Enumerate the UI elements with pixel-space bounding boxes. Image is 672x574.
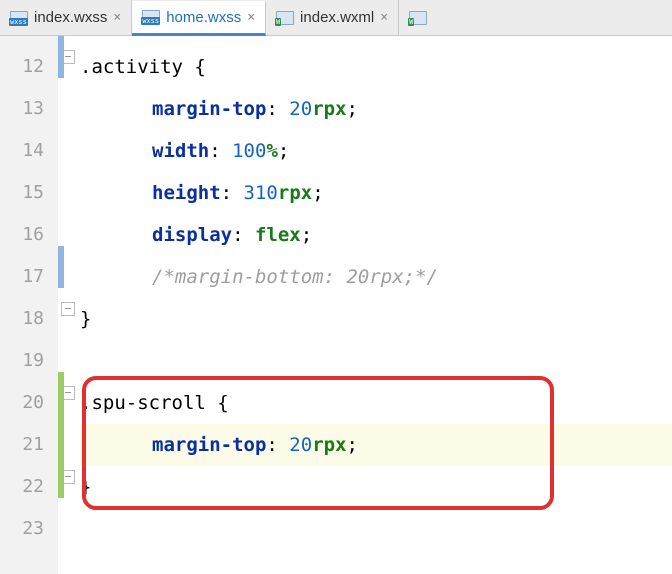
- close-icon[interactable]: ×: [113, 10, 121, 25]
- line-number: 16: [0, 214, 58, 256]
- close-icon[interactable]: ×: [380, 10, 388, 25]
- line-number: 22: [0, 466, 58, 508]
- code-line-22: }: [80, 466, 672, 508]
- tab-label: index.wxss: [34, 9, 107, 26]
- line-number: 13: [0, 88, 58, 130]
- code-line-21: margin-top: 20rpx;: [80, 424, 672, 466]
- tab-bar: index.wxss × home.wxss × index.wxml ×: [0, 0, 672, 36]
- tab-index-wxss[interactable]: index.wxss ×: [0, 0, 132, 35]
- line-number: 19: [0, 340, 58, 382]
- selection-marker: [58, 246, 64, 288]
- line-number: 15: [0, 172, 58, 214]
- tab-index-wxml[interactable]: index.wxml ×: [266, 0, 399, 35]
- tab-label: index.wxml: [300, 9, 374, 26]
- wxml-file-icon: [276, 11, 294, 25]
- code-line-17: /*margin-bottom: 20rpx;*/: [80, 256, 672, 298]
- code-editor[interactable]: 121314151617181920212223 − − − − .activi…: [0, 36, 672, 574]
- code-area[interactable]: .activity { margin-top: 20rpx; width: 10…: [80, 36, 672, 574]
- tab-overflow[interactable]: [399, 0, 437, 35]
- code-line-13: margin-top: 20rpx;: [80, 88, 672, 130]
- wxss-file-icon: [10, 11, 28, 25]
- wxml-file-icon: [409, 11, 427, 25]
- line-number: 12: [0, 46, 58, 88]
- selection-marker: [58, 36, 64, 78]
- code-line-16: display: flex;: [80, 214, 672, 256]
- code-line-12: .activity {: [80, 46, 672, 88]
- line-number-gutter: 121314151617181920212223: [0, 36, 58, 574]
- tab-label: home.wxss: [166, 9, 241, 26]
- vcs-change-marker: [58, 372, 64, 498]
- code-line-23: [80, 508, 672, 550]
- code-line-18: }: [80, 298, 672, 340]
- code-line-20: .spu-scroll {: [80, 382, 672, 424]
- line-number: 18: [0, 298, 58, 340]
- line-number: 14: [0, 130, 58, 172]
- code-line-15: height: 310rpx;: [80, 172, 672, 214]
- tab-home-wxss[interactable]: home.wxss ×: [132, 1, 266, 36]
- code-line-14: width: 100%;: [80, 130, 672, 172]
- close-icon[interactable]: ×: [247, 10, 255, 25]
- line-number: 23: [0, 508, 58, 550]
- line-number: 20: [0, 382, 58, 424]
- fold-toggle-icon[interactable]: −: [61, 302, 75, 316]
- line-number: 17: [0, 256, 58, 298]
- wxss-file-icon: [142, 10, 160, 24]
- code-line-19: [80, 340, 672, 382]
- line-number: 21: [0, 424, 58, 466]
